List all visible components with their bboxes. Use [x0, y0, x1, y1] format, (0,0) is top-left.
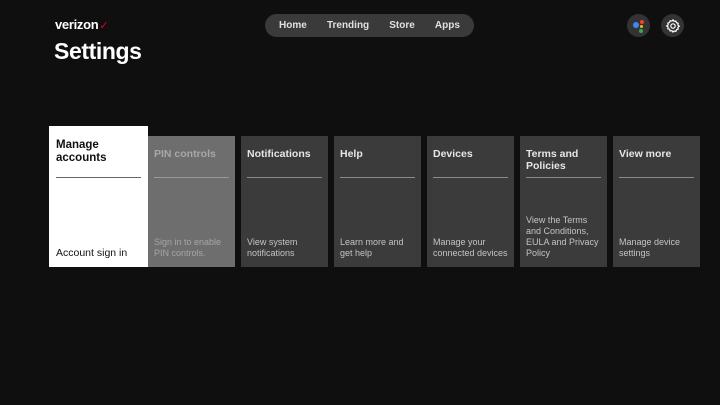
tile-pin-controls[interactable]: PIN controls Sign in to enable PIN contr…	[148, 136, 235, 267]
tile-view-more[interactable]: View more Manage device settings	[613, 136, 700, 267]
tile-title: Manage accounts	[56, 133, 141, 178]
tile-terms-and-policies[interactable]: Terms and Policies View the Terms and Co…	[520, 136, 607, 267]
tile-notifications[interactable]: Notifications View system notifications	[241, 136, 328, 267]
tile-description: Manage device settings	[619, 237, 681, 258]
nav-trending[interactable]: Trending	[321, 17, 375, 34]
assistant-dot-yellow	[640, 25, 643, 28]
nav-apps[interactable]: Apps	[429, 17, 466, 34]
tile-description: Learn more and get help	[340, 237, 404, 258]
nav-home[interactable]: Home	[273, 17, 313, 34]
brand-check-mark: ✓	[99, 20, 109, 32]
page-title: Settings	[54, 38, 142, 64]
verizon-logo: verizon✓	[55, 17, 109, 32]
tile-description: View the Terms and Conditions, EULA and …	[526, 215, 599, 258]
tile-description: Account sign in	[56, 247, 128, 259]
google-assistant-icon[interactable]	[627, 14, 650, 37]
tile-title: Terms and Policies	[526, 142, 601, 178]
tile-help[interactable]: Help Learn more and get help	[334, 136, 421, 267]
tile-manage-accounts[interactable]: Manage accounts Account sign in	[49, 126, 148, 267]
assistant-dot-green	[639, 29, 643, 33]
tile-title: Notifications	[247, 142, 322, 178]
tile-title: View more	[619, 142, 694, 178]
tile-devices[interactable]: Devices Manage your connected devices	[427, 136, 514, 267]
tile-title: Help	[340, 142, 415, 178]
tile-description: View system notifications	[247, 237, 298, 258]
gear-icon	[665, 18, 680, 33]
brand-name: verizon	[55, 17, 99, 32]
tile-description: Sign in to enable PIN controls.	[154, 237, 222, 258]
assistant-dot-blue	[633, 22, 639, 28]
top-nav: Home Trending Store Apps	[265, 14, 474, 37]
tile-description: Manage your connected devices	[433, 237, 508, 258]
tile-title: Devices	[433, 142, 508, 178]
tile-title: PIN controls	[154, 142, 229, 178]
nav-store[interactable]: Store	[383, 17, 421, 34]
assistant-dot-red	[640, 20, 644, 24]
settings-button[interactable]	[661, 14, 684, 37]
